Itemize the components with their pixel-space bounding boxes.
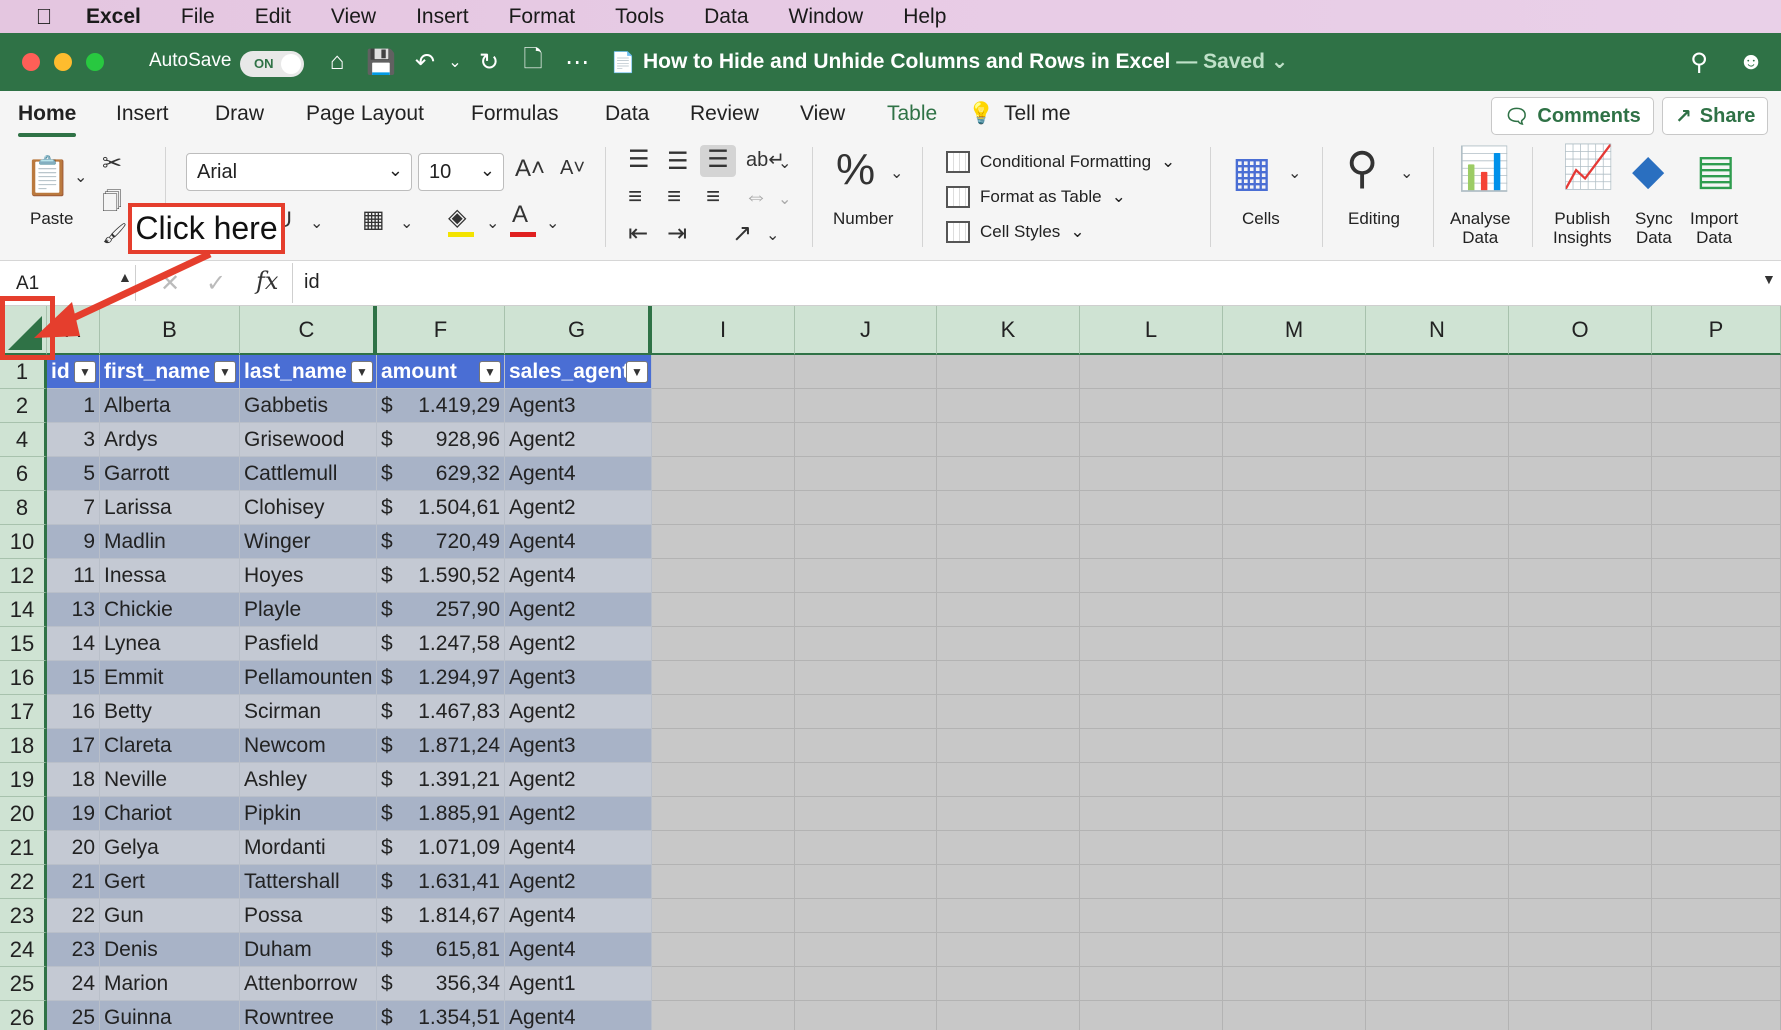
annotation-arrow [34,250,212,338]
arrow-line [50,250,212,332]
arrow-head-icon [34,302,80,338]
